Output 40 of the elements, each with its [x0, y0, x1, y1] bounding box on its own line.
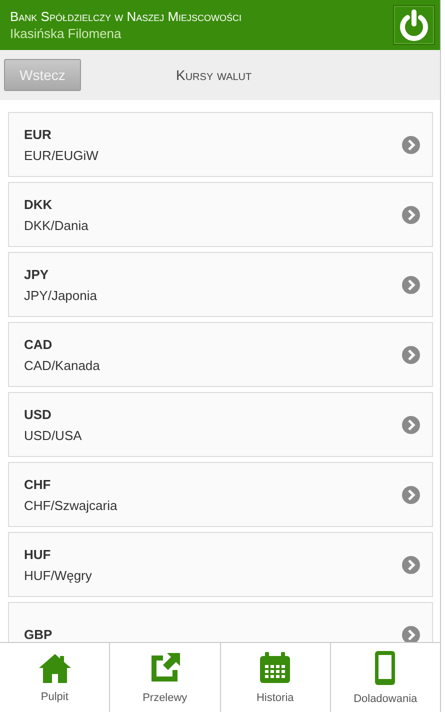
phone-icon	[375, 651, 396, 685]
currency-code: USD	[24, 406, 52, 422]
chevron-icon	[402, 626, 420, 642]
currency-code: EUR	[24, 126, 52, 142]
currency-name: CAD/Kanada	[24, 358, 101, 372]
page-title: Kursy walut	[176, 67, 252, 83]
chevron-icon	[402, 416, 420, 434]
power-icon	[398, 9, 430, 41]
currency-name: USD/USA	[24, 428, 83, 442]
user-name: Ikasińska Filomena	[10, 26, 122, 41]
currency-item[interactable]: HUF HUF/Węgry	[8, 532, 433, 597]
chevron-icon	[402, 346, 420, 364]
currency-item[interactable]: CHF CHF/Szwajcaria	[8, 462, 433, 527]
currency-item[interactable]: USD USD/USA	[8, 392, 433, 457]
chevron-icon	[402, 486, 420, 504]
chevron-icon	[402, 556, 420, 574]
currency-name: HUF/Węgry	[24, 568, 93, 582]
currency-code: GBP	[24, 627, 54, 642]
chevron-icon	[402, 136, 420, 154]
bank-name: Bank Spółdzielczy w Naszej Miejscowości	[10, 9, 243, 24]
currency-item[interactable]: JPY JPY/Japonia	[8, 252, 433, 317]
currency-item[interactable]: CAD CAD/Kanada	[8, 322, 433, 387]
currency-code: JPY	[24, 266, 50, 282]
currency-name: CHF/Szwajcaria	[24, 498, 118, 512]
currency-name: DKK/Dania	[24, 218, 90, 232]
currency-name: JPY/Japonia	[24, 288, 98, 302]
currency-item[interactable]: GBP	[8, 602, 433, 642]
currency-name: EUR/EUGiW	[24, 148, 100, 162]
currency-code: HUF	[24, 546, 52, 562]
currency-code: DKK	[24, 196, 54, 212]
share-icon	[148, 652, 181, 684]
currency-code: CAD	[24, 336, 54, 352]
chevron-icon	[402, 206, 420, 224]
home-icon	[38, 653, 72, 683]
currency-item[interactable]: DKK DKK/Dania	[8, 182, 433, 247]
power-button[interactable]	[393, 5, 435, 45]
currency-code: CHF	[24, 476, 52, 492]
calendar-icon	[259, 652, 292, 684]
currency-item[interactable]: EUR EUR/EUGiW	[8, 112, 433, 177]
chevron-icon	[402, 276, 420, 294]
